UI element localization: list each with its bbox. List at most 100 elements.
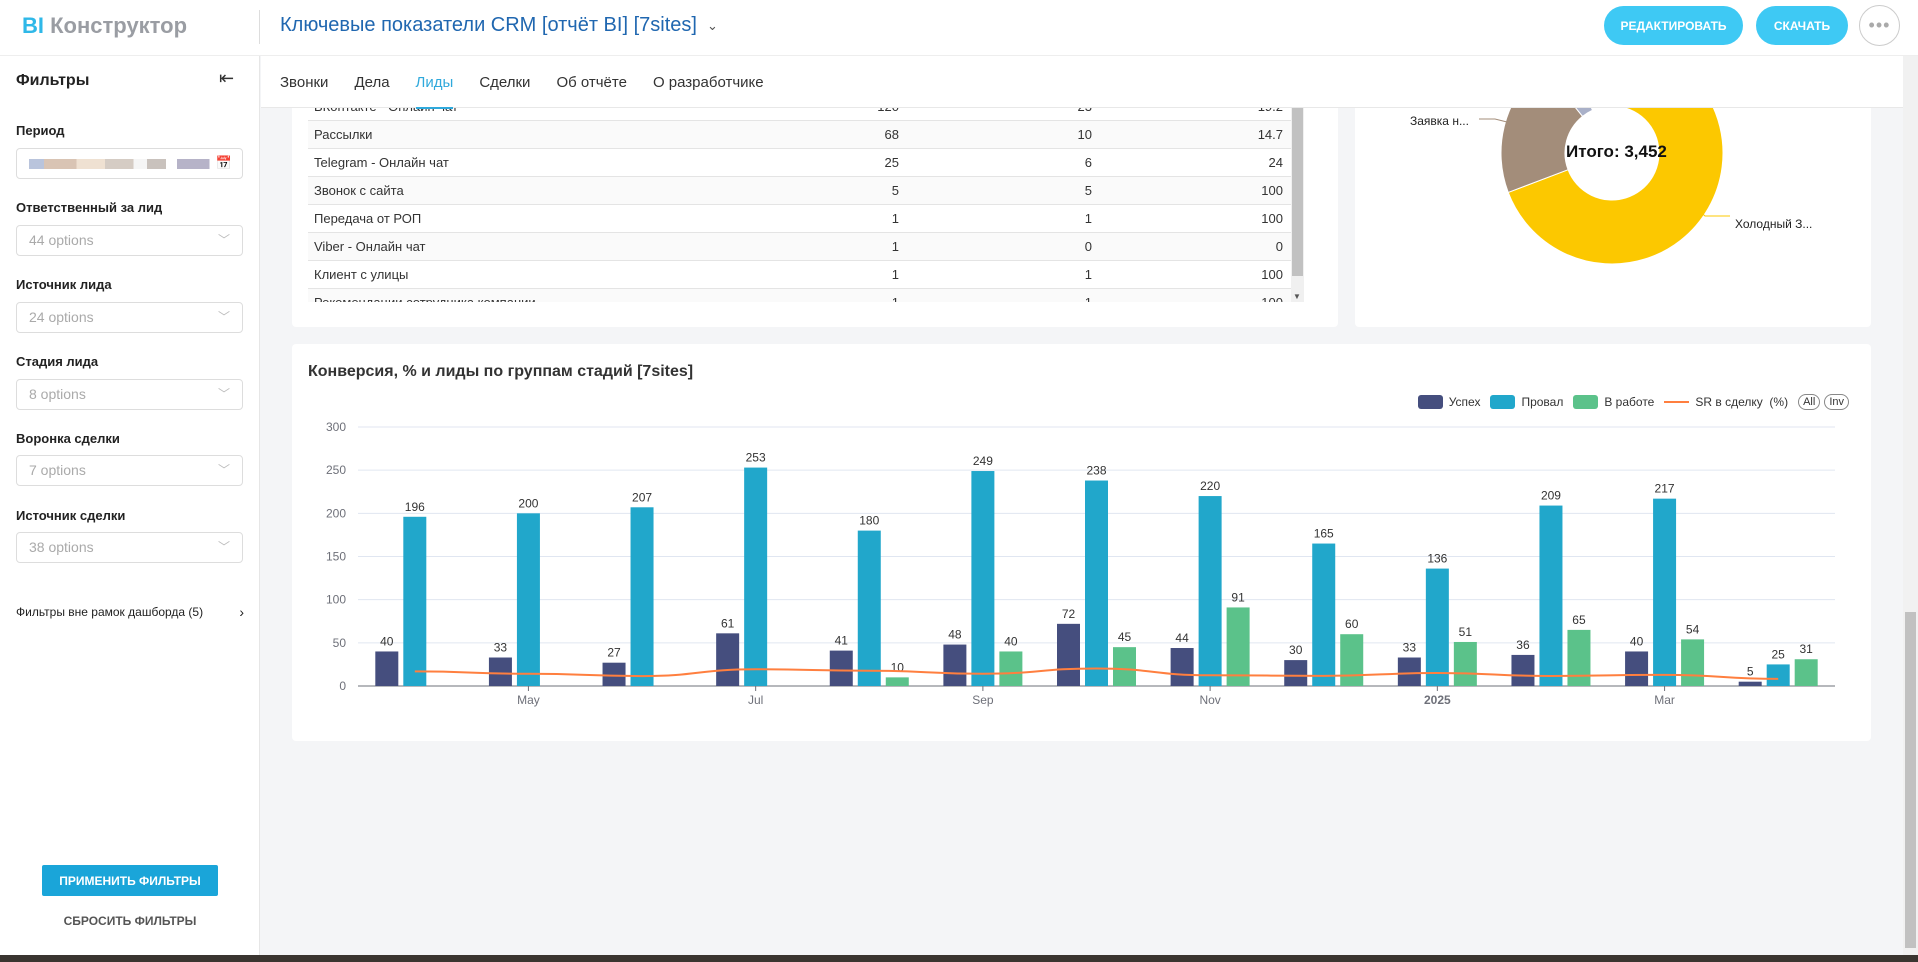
- responsible-select[interactable]: 44 options ﹀: [16, 225, 243, 256]
- scroll-thumb[interactable]: [1292, 106, 1303, 276]
- conversion-bar-chart: 0 50 100 150 200 250 300 May Jul Sep Nov 2025 Mar 40 3…: [326, 420, 1835, 707]
- conversion-chart-card: Конверсия, % и лиды по группам стадий [7…: [292, 344, 1871, 741]
- filter-label-lead-stage: Стадия лида: [16, 354, 99, 369]
- cell-value: 25: [884, 155, 899, 170]
- tab-about-report[interactable]: Об отчёте: [556, 56, 640, 108]
- chevron-down-icon: ﹀: [217, 233, 230, 247]
- data-label: 41: [835, 634, 849, 648]
- more-options-button[interactable]: •••: [1859, 5, 1900, 46]
- data-label: 72: [1062, 607, 1076, 621]
- chevron-down-icon: ⌄: [706, 17, 718, 33]
- logo-bi: BI: [22, 13, 44, 38]
- select-value: 24 options: [29, 309, 94, 325]
- tab-bar: Звонки Дела Лиды Сделки Об отчёте О разр…: [261, 56, 1903, 109]
- tab-deals[interactable]: Сделки: [479, 56, 543, 108]
- chevron-down-icon: ﹀: [217, 463, 230, 477]
- y-tick-label: 200: [326, 506, 346, 520]
- filters-title: Фильтры: [16, 72, 90, 89]
- bar-success: [716, 633, 740, 686]
- logo-text: Конструктор: [50, 13, 188, 38]
- page-scrollbar[interactable]: [1903, 56, 1918, 955]
- table-row: Viber - Онлайн чат 1 0 0: [308, 233, 1291, 261]
- table-row: Рекомендации сотрудника компании 1 1 100: [308, 289, 1291, 302]
- top-header: BI Конструктор Ключевые показатели CRM […: [0, 0, 1918, 56]
- x-tick-label: Jul: [748, 693, 763, 707]
- table-scrollbar[interactable]: ▼: [1291, 106, 1304, 302]
- data-label: 27: [607, 646, 621, 660]
- table-row: Telegram - Онлайн чат 25 6 24: [308, 149, 1291, 177]
- data-label: 196: [405, 500, 425, 514]
- logo[interactable]: BI Конструктор: [22, 13, 187, 39]
- period-value-blurred: [29, 159, 219, 169]
- cell-source: Viber - Онлайн чат: [314, 239, 426, 254]
- bar-fail: [1766, 664, 1790, 686]
- lead-sources-table: ВКонтакте - Онлайн чат 120 23 19.2 Рассылки 6…: [308, 106, 1291, 302]
- data-label: 31: [1800, 642, 1814, 656]
- edit-button[interactable]: РЕДАКТИРОВАТЬ: [1604, 6, 1743, 45]
- data-label: 253: [746, 451, 766, 465]
- cell-value: 0: [1084, 239, 1092, 254]
- data-label: 238: [1086, 464, 1106, 478]
- bar-fail: [971, 471, 995, 686]
- bar-in-progress: [1226, 607, 1250, 686]
- bar-success: [375, 651, 399, 686]
- bar-fail: [630, 507, 654, 686]
- report-title-dropdown[interactable]: Ключевые показатели CRM [отчёт BI] [7sit…: [280, 14, 718, 37]
- bar-fail: [516, 513, 540, 686]
- page-scroll-thumb[interactable]: [1905, 612, 1916, 948]
- cell-value: 68: [884, 127, 899, 142]
- outside-filters-link[interactable]: Фильтры вне рамок дашборда (5) ›: [16, 603, 244, 622]
- bar-success: [1057, 623, 1080, 686]
- reset-filters-button[interactable]: СБРОСИТЬ ФИЛЬТРЫ: [42, 914, 218, 928]
- data-label: 51: [1459, 625, 1473, 639]
- filter-label-deal-source: Источник сделки: [16, 508, 126, 523]
- bar-fail: [1198, 496, 1222, 686]
- data-label: 40: [1004, 634, 1018, 648]
- y-tick-label: 250: [326, 463, 346, 477]
- download-button[interactable]: СКАЧАТЬ: [1756, 6, 1848, 45]
- bar-fail: [1425, 568, 1449, 686]
- table-row: Передача от РОП 1 1 100: [308, 205, 1291, 233]
- taskbar: [0, 955, 1918, 962]
- bar-in-progress: [1567, 629, 1591, 686]
- data-label: 60: [1345, 617, 1359, 631]
- bar-success: [1170, 648, 1194, 686]
- donut-chart: [1479, 100, 1730, 265]
- cell-value: 1: [1084, 267, 1092, 282]
- scroll-down-icon[interactable]: ▼: [1293, 292, 1301, 301]
- data-label: 209: [1541, 489, 1561, 503]
- cell-value: 6: [1084, 155, 1092, 170]
- data-label: 48: [948, 628, 962, 642]
- bar-success: [1511, 654, 1535, 686]
- bar-success: [1738, 681, 1762, 686]
- cell-value: 5: [891, 183, 899, 198]
- tab-calls[interactable]: Звонки: [280, 56, 341, 108]
- bar-fail: [1312, 543, 1336, 686]
- filter-label-responsible: Ответственный за лид: [16, 200, 163, 215]
- collapse-sidebar-icon[interactable]: ⇤: [219, 68, 234, 89]
- data-label: 165: [1314, 527, 1334, 541]
- lead-stage-select[interactable]: 8 options ﹀: [16, 379, 243, 410]
- x-tick-label: Nov: [1199, 693, 1220, 707]
- bar-in-progress: [885, 677, 909, 686]
- data-label: 207: [632, 490, 652, 504]
- period-input[interactable]: 📅: [16, 148, 243, 179]
- tab-tasks[interactable]: Дела: [354, 56, 402, 108]
- bar-in-progress: [999, 651, 1023, 686]
- deal-source-select[interactable]: 38 options ﹀: [16, 532, 243, 563]
- calendar-icon[interactable]: 📅: [216, 155, 232, 171]
- bar-success: [943, 644, 967, 686]
- table-row: Рассылки 68 10 14.7: [308, 121, 1291, 149]
- cell-source: Клиент с улицы: [314, 267, 409, 282]
- lead-source-select[interactable]: 24 options ﹀: [16, 302, 243, 333]
- tab-leads[interactable]: Лиды: [415, 56, 467, 109]
- cell-value: 10: [1077, 127, 1092, 142]
- apply-filters-button[interactable]: ПРИМЕНИТЬ ФИЛЬТРЫ: [42, 865, 218, 896]
- tab-about-developer[interactable]: О разработчике: [653, 56, 777, 108]
- y-tick-label: 150: [326, 550, 346, 564]
- deal-funnel-select[interactable]: 7 options ﹀: [16, 455, 243, 486]
- bar-success: [1397, 657, 1421, 686]
- leader-line: [1479, 118, 1508, 123]
- select-value: 44 options: [29, 232, 94, 248]
- lead-stage-donut-card: Итого: 3,452 Заявка н... Холодный З...: [1355, 100, 1871, 327]
